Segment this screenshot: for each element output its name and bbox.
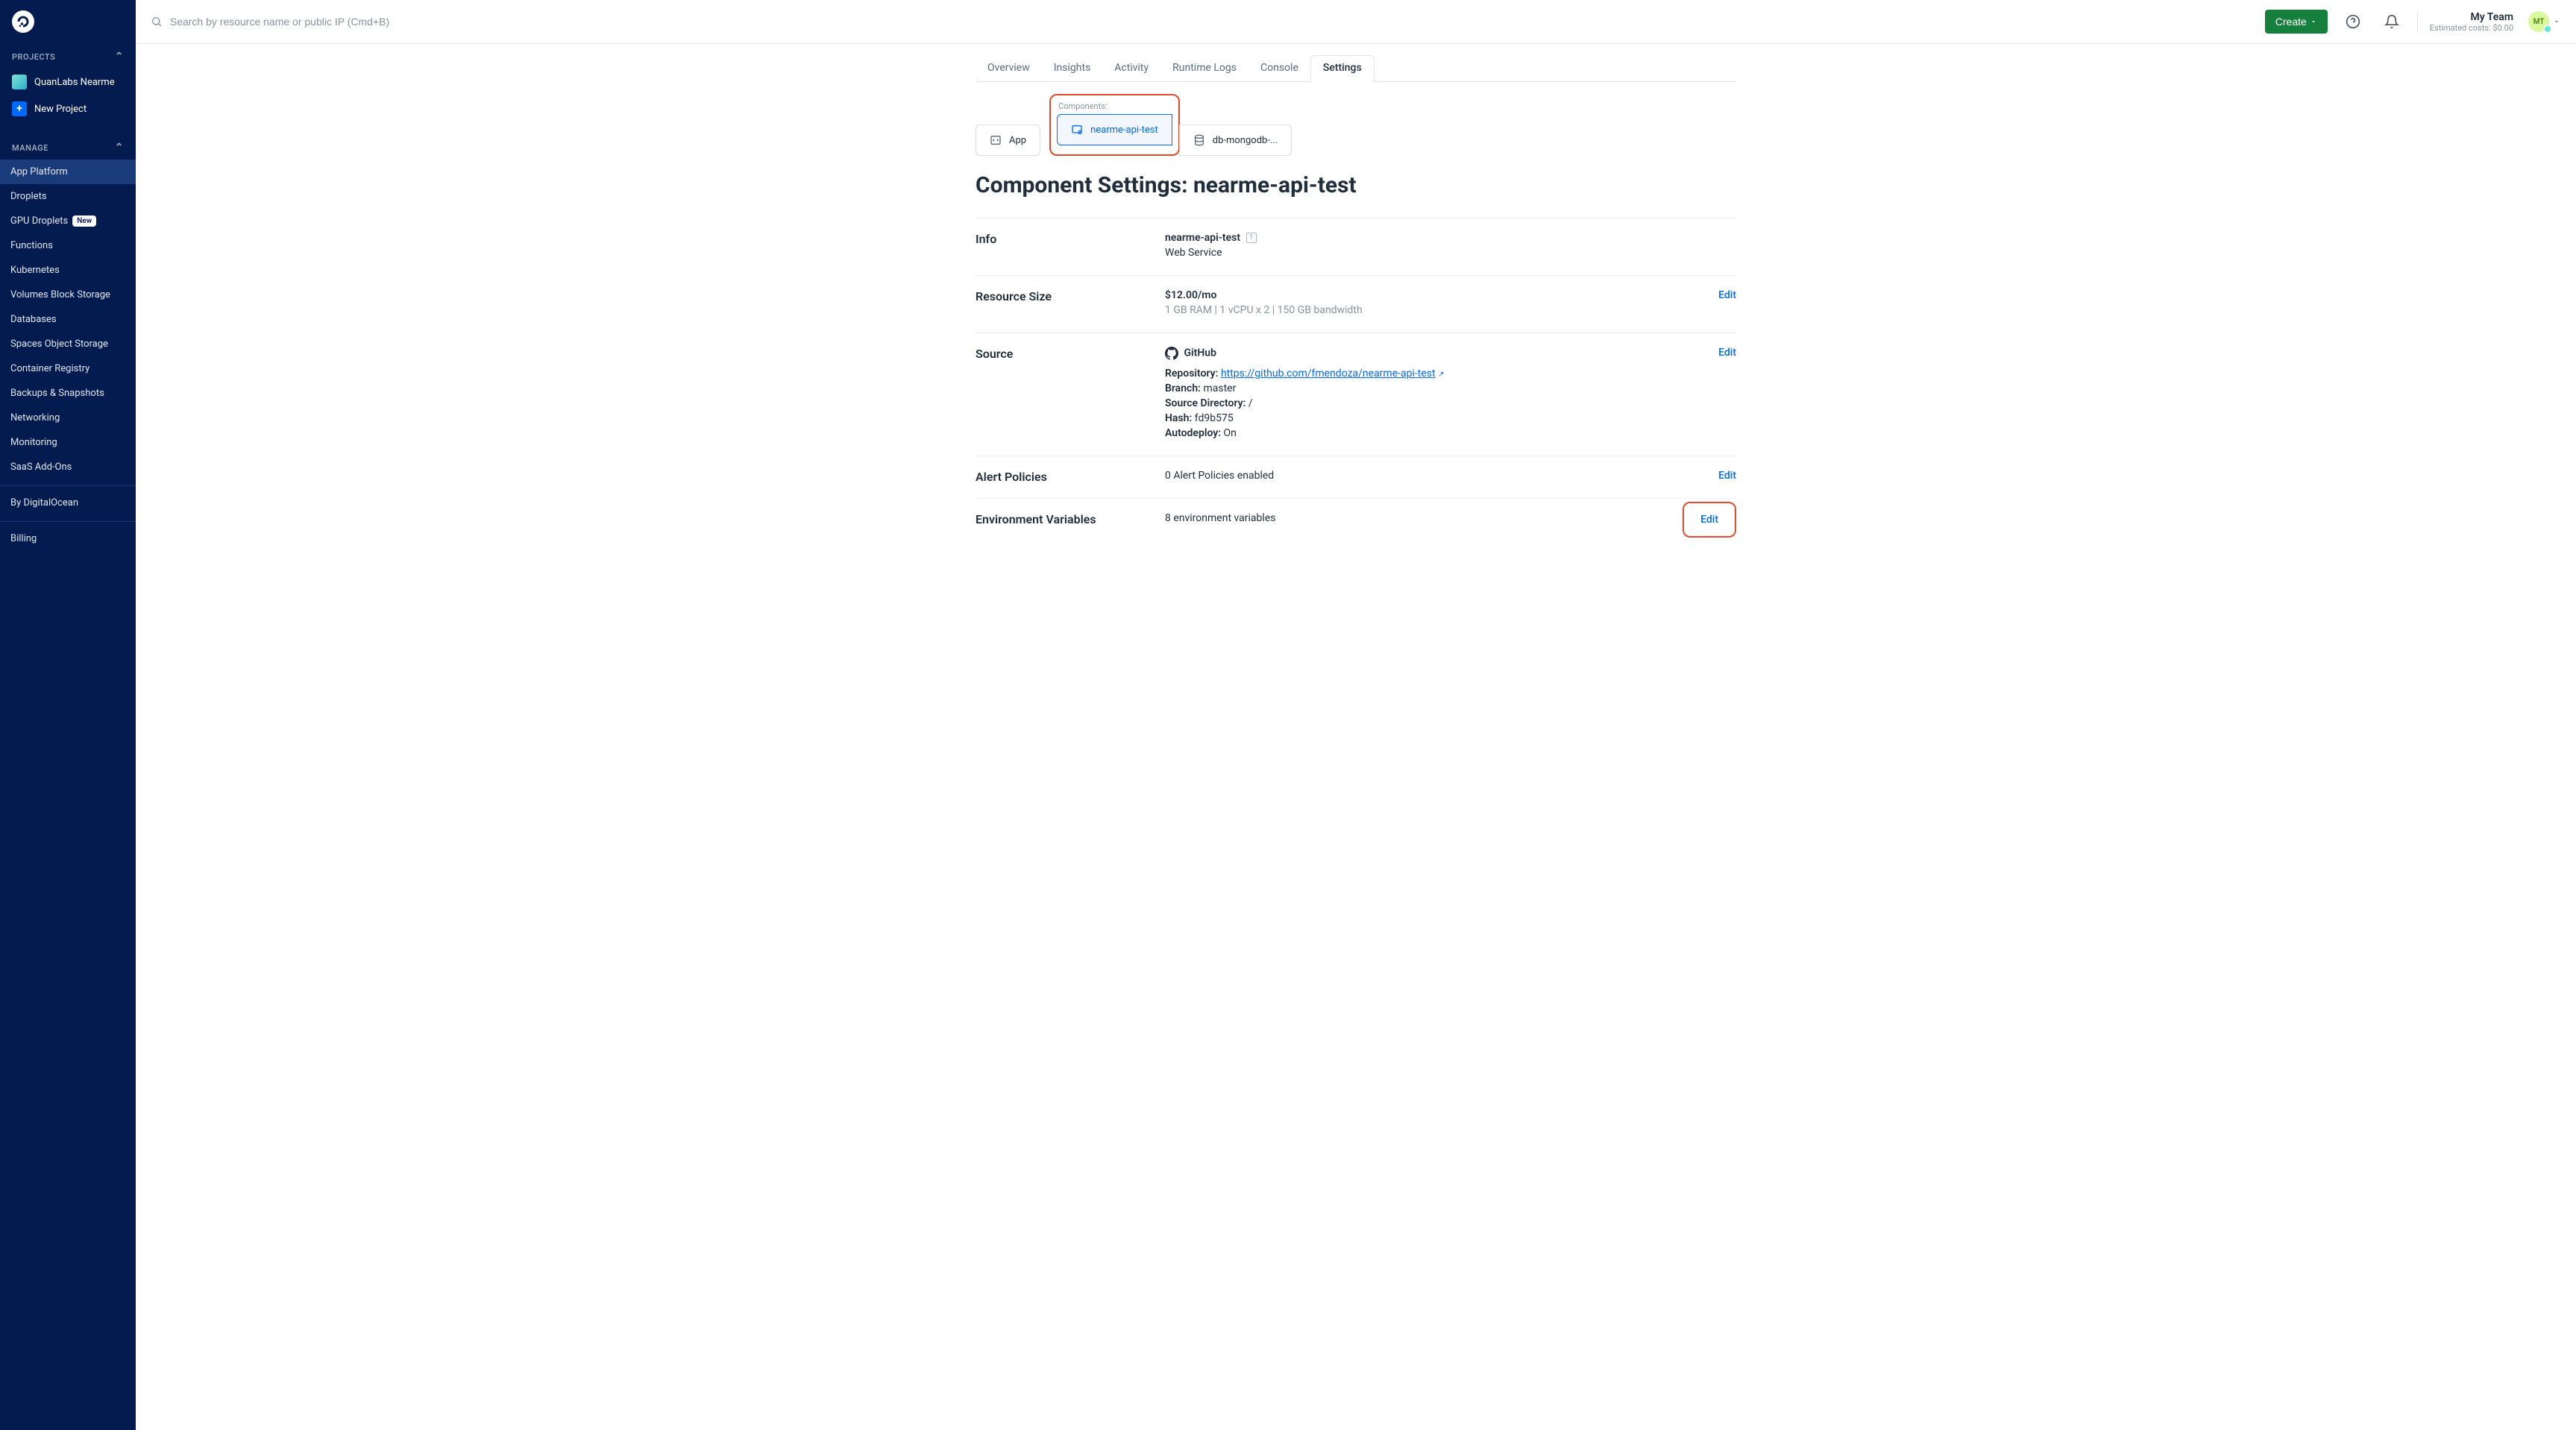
plus-icon: +	[12, 101, 27, 116]
highlight-edit-env: Edit	[1683, 502, 1736, 538]
section-env-vars: Environment Variables 8 environment vari…	[976, 498, 1736, 541]
chevron-up-icon: ⌃	[115, 51, 124, 63]
sidebar: PROJECTS ⌃ QuanLabs Nearme + New Project…	[0, 0, 136, 1430]
tab-runtime-logs[interactable]: Runtime Logs	[1160, 56, 1248, 81]
search-wrap[interactable]	[151, 16, 2253, 28]
project-item[interactable]: QuanLabs Nearme	[0, 69, 136, 95]
edit-env-vars[interactable]: Edit	[1700, 514, 1718, 526]
nav-spaces[interactable]: Spaces Object Storage	[0, 332, 136, 356]
manage-label: MANAGE	[12, 143, 48, 153]
tab-activity[interactable]: Activity	[1102, 56, 1160, 81]
help-button[interactable]	[2340, 8, 2366, 35]
nav-container-registry[interactable]: Container Registry	[0, 356, 136, 381]
source-hash: fd9b575	[1195, 412, 1234, 424]
nav-app-platform[interactable]: App Platform	[0, 160, 136, 184]
search-input[interactable]	[170, 16, 2253, 28]
nav-volumes[interactable]: Volumes Block Storage	[0, 283, 136, 307]
create-button[interactable]: Create	[2265, 10, 2328, 34]
chevron-down-icon	[2552, 17, 2561, 26]
team-cost: Estimated costs: $0.00	[2430, 23, 2513, 33]
manage-header[interactable]: MANAGE ⌃	[0, 131, 136, 160]
nav-networking[interactable]: Networking	[0, 406, 136, 430]
account-menu[interactable]: MT	[2528, 11, 2561, 32]
source-directory: /	[1248, 397, 1253, 409]
selector-component-db-mongodb[interactable]: db-mongodb-...	[1179, 125, 1292, 156]
component-selectors: App Components: nearme-api-test	[976, 94, 1736, 156]
section-label-env: Environment Variables	[976, 512, 1165, 527]
digitalocean-logo-icon	[16, 15, 30, 28]
tab-insights[interactable]: Insights	[1042, 56, 1103, 81]
nav-gpu-droplets[interactable]: GPU Droplets New	[0, 209, 136, 233]
divider	[2417, 11, 2418, 32]
app-icon	[1071, 124, 1083, 136]
new-project-label: New Project	[34, 104, 87, 115]
projects-label: PROJECTS	[12, 52, 55, 62]
source-autodeploy: On	[1224, 427, 1237, 439]
nav-kubernetes[interactable]: Kubernetes	[0, 258, 136, 283]
info-component-name: nearme-api-test	[1165, 232, 1240, 244]
section-label-alert: Alert Policies	[976, 470, 1165, 485]
tab-settings[interactable]: Settings	[1310, 55, 1375, 82]
section-source: Source GitHub Repository: http	[976, 333, 1736, 456]
nav-backups[interactable]: Backups & Snapshots	[0, 381, 136, 406]
bell-icon	[2384, 14, 2399, 29]
search-icon	[151, 16, 163, 28]
selector-app[interactable]: App	[976, 125, 1040, 156]
source-repo-link[interactable]: https://github.com/fmendoza/nearme-api-t…	[1221, 368, 1436, 379]
info-component-type: Web Service	[1165, 247, 1736, 259]
section-label-source: Source	[976, 347, 1165, 442]
tabs: Overview Insights Activity Runtime Logs …	[976, 44, 1736, 82]
nav-billing[interactable]: Billing	[0, 526, 136, 551]
resource-price: $12.00/mo	[1165, 289, 1216, 301]
external-link-icon: ↗	[1438, 371, 1444, 379]
chevron-down-icon	[2310, 18, 2317, 25]
projects-header[interactable]: PROJECTS ⌃	[0, 40, 136, 69]
code-icon	[990, 134, 1002, 146]
section-resource-size: Resource Size $12.00/mo 1 GB RAM | 1 vCP…	[976, 275, 1736, 333]
new-project-button[interactable]: + New Project	[0, 95, 136, 122]
highlight-component-selector: Components: nearme-api-test	[1049, 94, 1180, 156]
edit-source[interactable]: Edit	[1718, 347, 1736, 359]
nav-saas-addons[interactable]: SaaS Add-Ons	[0, 455, 136, 479]
page-title: Component Settings: nearme-api-test	[976, 172, 1736, 198]
edit-resource-size[interactable]: Edit	[1718, 289, 1736, 301]
help-badge-icon[interactable]: ?	[1246, 233, 1257, 243]
env-value: 8 environment variables	[1165, 512, 1683, 524]
github-icon	[1165, 347, 1178, 360]
nav-databases[interactable]: Databases	[0, 307, 136, 332]
new-badge: New	[72, 215, 96, 227]
selector-component-nearme-api-test[interactable]: nearme-api-test	[1057, 114, 1172, 145]
tab-console[interactable]: Console	[1248, 56, 1310, 81]
source-provider: GitHub	[1184, 347, 1216, 359]
team-info: My Team Estimated costs: $0.00	[2430, 11, 2516, 33]
avatar-badge-icon	[2543, 25, 2552, 34]
topbar: Create My Team Estimated costs: $0.00 MT	[136, 0, 2576, 44]
section-label-info: Info	[976, 232, 1165, 262]
section-alert-policies: Alert Policies 0 Alert Policies enabled …	[976, 456, 1736, 498]
notifications-button[interactable]	[2378, 8, 2405, 35]
avatar: MT	[2528, 11, 2549, 32]
alert-value: 0 Alert Policies enabled	[1165, 470, 1718, 482]
team-name: My Team	[2430, 11, 2513, 23]
database-icon	[1193, 134, 1205, 146]
nav-by-digitalocean[interactable]: By DigitalOcean	[0, 491, 136, 515]
section-info: Info nearme-api-test ? Web Service	[976, 218, 1736, 275]
logo[interactable]	[0, 0, 136, 40]
nav-droplets[interactable]: Droplets	[0, 184, 136, 209]
section-label-resource-size: Resource Size	[976, 289, 1165, 319]
edit-alert-policies[interactable]: Edit	[1718, 470, 1736, 482]
source-branch: master	[1203, 382, 1236, 394]
nav-monitoring[interactable]: Monitoring	[0, 430, 136, 455]
tab-overview[interactable]: Overview	[976, 56, 1042, 81]
chevron-up-icon: ⌃	[115, 142, 124, 154]
resource-spec: 1 GB RAM | 1 vCPU x 2 | 150 GB bandwidth	[1165, 304, 1718, 316]
components-label: Components:	[1058, 101, 1172, 111]
help-icon	[2346, 14, 2360, 29]
project-name: QuanLabs Nearme	[34, 77, 115, 88]
project-logo-icon	[12, 75, 27, 89]
nav-functions[interactable]: Functions	[0, 233, 136, 258]
